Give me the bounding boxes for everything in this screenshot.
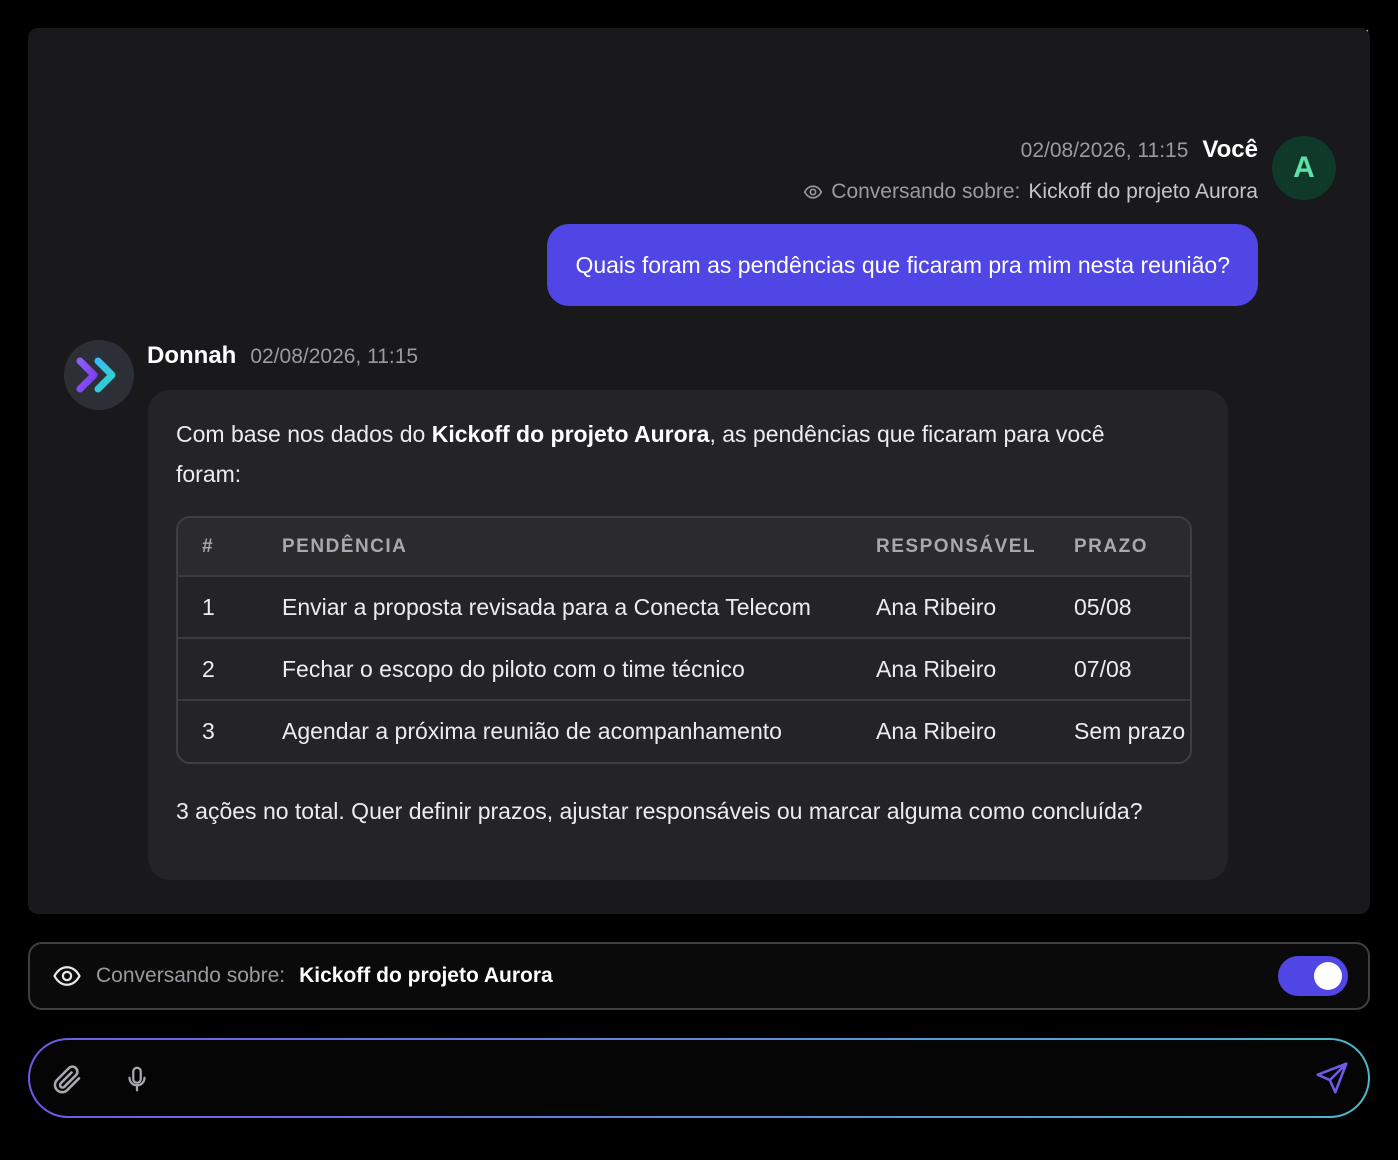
pending-items-table: # PENDÊNCIA RESPONSÁVEL PRAZO 1 Enviar a…	[176, 516, 1192, 764]
paperclip-icon	[53, 1065, 81, 1094]
assistant-message-timestamp: 02/08/2026, 11:15	[250, 345, 419, 368]
assistant-message-meta: Donnah 02/08/2026, 11:15	[147, 342, 418, 370]
cell-deadline: Sem prazo	[1074, 718, 1186, 744]
table-header-row: # PENDÊNCIA RESPONSÁVEL PRAZO	[178, 518, 1190, 576]
eye-icon	[803, 185, 823, 199]
context-bar-label: Conversando sobre:	[96, 964, 286, 987]
user-avatar: A	[1272, 136, 1336, 200]
context-bar-value: Kickoff do projeto Aurora	[299, 964, 553, 987]
cell-owner: Ana Ribeiro	[876, 593, 997, 620]
assistant-message-bubble: Com base nos dados do Kickoff do projeto…	[148, 390, 1228, 880]
user-message-text: Quais foram as pendências que ficaram pr…	[575, 251, 1230, 278]
microphone-icon	[128, 1066, 146, 1092]
cell-task: Enviar a proposta revisada para a Conect…	[282, 593, 811, 620]
message-composer	[28, 1038, 1370, 1118]
column-header-deadline: PRAZO	[1074, 535, 1148, 557]
double-chevron-icon	[76, 357, 116, 393]
cell-deadline: 07/08	[1074, 655, 1132, 682]
cell-deadline: 05/08	[1074, 593, 1132, 620]
composer-inner	[30, 1040, 1368, 1116]
microphone-button[interactable]	[122, 1064, 152, 1094]
toggle-knob	[1314, 962, 1342, 990]
user-message-bubble: Quais foram as pendências que ficaram pr…	[547, 224, 1258, 306]
user-message-timestamp: 02/08/2026, 11:15	[1020, 139, 1189, 162]
cell-owner: Ana Ribeiro	[876, 655, 997, 682]
column-header-owner: RESPONSÁVEL	[876, 535, 1037, 557]
cell-number: 2	[202, 655, 215, 682]
cell-task: Agendar a próxima reunião de acompanhame…	[282, 718, 782, 744]
cell-number: 3	[202, 718, 215, 744]
attach-button[interactable]	[50, 1062, 84, 1096]
send-button[interactable]	[1314, 1060, 1350, 1096]
user-message-author: Você	[1202, 136, 1258, 163]
cell-owner: Ana Ribeiro	[876, 718, 997, 744]
assistant-intro-text: Com base nos dados do Kickoff do projeto…	[176, 414, 1176, 494]
assistant-avatar	[64, 340, 134, 410]
user-avatar-initial: A	[1293, 151, 1315, 184]
send-icon	[1316, 1062, 1348, 1094]
table-row: 1 Enviar a proposta revisada para a Cone…	[178, 576, 1190, 638]
user-message-meta: 02/08/2026, 11:15 Você	[1021, 136, 1258, 164]
user-context-label: Conversando sobre:	[831, 180, 1021, 203]
intro-meeting-title: Kickoff do projeto Aurora	[431, 421, 710, 447]
intro-before: Com base nos dados do	[176, 421, 432, 447]
cell-number: 1	[202, 593, 215, 620]
cell-task: Fechar o escopo do piloto com o time téc…	[282, 655, 745, 682]
eye-icon	[53, 966, 81, 986]
column-header-number: #	[202, 535, 215, 557]
assistant-outro-text: 3 ações no total. Quer definir prazos, a…	[176, 798, 1143, 824]
table-row: 3 Agendar a próxima reunião de acompanha…	[178, 700, 1190, 762]
context-toggle[interactable]	[1278, 956, 1348, 996]
message-input[interactable]	[170, 1058, 1290, 1098]
user-message-context: Conversando sobre: Kickoff do projeto Au…	[803, 180, 1258, 204]
table-row: 2 Fechar o escopo do piloto com o time t…	[178, 638, 1190, 700]
user-context-title: Kickoff do projeto Aurora	[1028, 180, 1258, 203]
assistant-message-author: Donnah	[147, 342, 237, 369]
context-bar: Conversando sobre: Kickoff do projeto Au…	[28, 942, 1370, 1010]
column-header-task: PENDÊNCIA	[282, 535, 408, 557]
chat-panel: 02/08/2026, 11:15 Você A Conversando sob…	[28, 28, 1370, 914]
